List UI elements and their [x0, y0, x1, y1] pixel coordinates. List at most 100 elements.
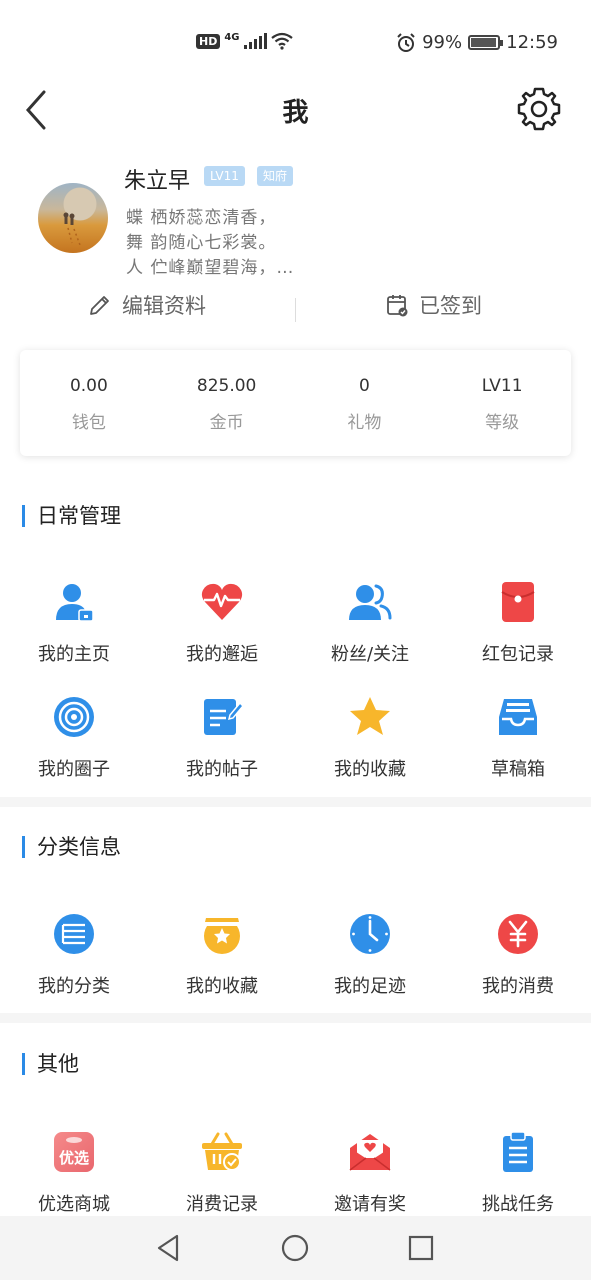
grid-item-label: 邀请有奖	[334, 1194, 406, 1215]
heartbeat-icon	[201, 583, 243, 620]
battery-icon	[468, 35, 504, 50]
invite-mail-icon	[349, 1134, 391, 1171]
user-name: 朱立早	[124, 169, 191, 194]
bio-line-1: 蝶 栖娇蕊恋清香，	[126, 208, 277, 228]
clipboard-icon	[503, 1131, 533, 1172]
bio-line-2: 舞 韵随心七彩裳。	[126, 233, 277, 253]
bio-line-3: 人 伫峰巅望碧海，…	[126, 258, 295, 278]
pencil-icon	[90, 296, 109, 315]
stat-value: 0.00	[69, 376, 108, 396]
star-icon	[350, 697, 390, 735]
section-title-daily: 日常管理	[22, 505, 121, 527]
grid-item-challenges[interactable]: 挑战任务	[444, 1130, 591, 1216]
section-divider	[0, 797, 591, 807]
stats-card: 0.00 钱包 825.00 金币 0 礼物 LV11 等级	[20, 350, 571, 456]
section-title-other: 其他	[22, 1053, 79, 1075]
stat-wallet[interactable]: 0.00 钱包	[20, 350, 158, 456]
grid-item-label: 挑战任务	[482, 1194, 554, 1215]
status-right: 99% 12:59	[396, 32, 558, 53]
calendar-check-icon	[387, 295, 408, 317]
stat-label: 等级	[485, 413, 520, 433]
edit-profile-button[interactable]: 编辑资料	[88, 290, 206, 320]
avatar[interactable]	[38, 183, 108, 253]
edit-profile-label: 编辑资料	[122, 294, 206, 318]
red-envelope-icon	[501, 582, 535, 622]
grid-item-my-collection[interactable]: 我的收藏	[148, 912, 296, 998]
user-home-icon	[56, 584, 94, 622]
grid-item-my-posts[interactable]: 我的帖子	[148, 695, 296, 781]
gear-icon[interactable]	[515, 85, 563, 133]
grid-item-label: 我的主页	[38, 644, 110, 665]
grid-item-label: 我的消费	[482, 976, 554, 997]
grid-item-label: 我的收藏	[186, 976, 258, 997]
stat-value: LV11	[481, 376, 523, 396]
wifi-icon	[270, 32, 293, 50]
network-type: 4G	[224, 31, 240, 43]
grid-item-label: 红包记录	[482, 644, 554, 665]
clock-icon	[350, 914, 390, 954]
stat-level[interactable]: LV11 等级	[433, 350, 571, 456]
hd-icon: HD	[196, 33, 221, 49]
alarm-icon	[397, 32, 415, 52]
grid-item-invite-rewards[interactable]: 邀请有奖	[296, 1130, 444, 1216]
title-badge: 知府	[257, 166, 294, 186]
status-left: HD 4G	[196, 32, 293, 50]
grid-item-red-envelopes[interactable]: 红包记录	[444, 580, 591, 666]
mall-icon-text: 优选	[59, 1149, 89, 1167]
stat-label: 钱包	[71, 413, 106, 433]
mall-icon: 优选	[54, 1132, 94, 1172]
grid-item-followers[interactable]: 粉丝/关注	[296, 580, 444, 666]
nav-recents-icon[interactable]	[405, 1232, 437, 1264]
grid-item-label: 我的收藏	[334, 759, 406, 780]
grid-item-my-encounters[interactable]: 我的邂逅	[148, 580, 296, 666]
grid-item-label: 我的邂逅	[186, 644, 258, 665]
grid-item-my-circles[interactable]: 我的圈子	[0, 695, 148, 781]
clock-time: 12:59	[506, 32, 558, 53]
battery-percent: 99%	[422, 32, 463, 53]
stat-label: 金币	[209, 413, 244, 433]
grid-item-my-favorites[interactable]: 我的收藏	[296, 695, 444, 781]
grid-item-my-categories[interactable]: 我的分类	[0, 912, 148, 998]
checkin-button[interactable]: 已签到	[385, 290, 482, 320]
list-icon	[54, 914, 94, 954]
grid-item-label: 我的帖子	[186, 759, 258, 780]
followers-icon	[349, 584, 392, 620]
section-title-classified: 分类信息	[22, 836, 121, 858]
drafts-icon	[499, 699, 537, 735]
grid-item-my-footprints[interactable]: 我的足迹	[296, 912, 444, 998]
stat-label: 礼物	[347, 413, 382, 433]
top-bar: 我	[0, 80, 591, 140]
status-bar: HD 4G 99% 12:59	[0, 0, 591, 88]
grid-item-label: 我的分类	[38, 976, 110, 997]
checkin-label: 已签到	[419, 294, 482, 318]
grid-item-label: 消费记录	[186, 1194, 258, 1215]
stat-coins[interactable]: 825.00 金币	[158, 350, 296, 456]
yuan-icon	[498, 914, 538, 954]
favorite-box-icon	[204, 918, 240, 954]
nav-home-icon[interactable]	[279, 1232, 311, 1264]
grid-item-my-homepage[interactable]: 我的主页	[0, 580, 148, 666]
stat-gifts[interactable]: 0 礼物	[296, 350, 434, 456]
circle-icon	[54, 697, 94, 737]
grid-item-mall[interactable]: 优选 优选商城	[0, 1130, 148, 1216]
page-title: 我	[282, 98, 309, 128]
grid-item-label: 我的圈子	[38, 759, 110, 780]
grid-item-label: 优选商城	[38, 1194, 110, 1215]
grid-item-spending-records[interactable]: 消费记录	[148, 1130, 296, 1216]
post-icon	[204, 699, 245, 735]
stat-value: 825.00	[196, 376, 257, 396]
grid-item-label: 草稿箱	[491, 759, 545, 780]
actions-divider	[295, 298, 296, 322]
grid-item-label: 我的足迹	[334, 976, 406, 997]
grid-item-drafts[interactable]: 草稿箱	[444, 695, 591, 781]
level-badge: LV11	[204, 166, 245, 186]
section-divider	[0, 1013, 591, 1023]
profile-actions: 编辑资料 已签到	[0, 290, 591, 330]
stat-value: 0	[358, 376, 370, 396]
system-nav-bar	[0, 1216, 591, 1280]
grid-item-my-spending[interactable]: 我的消费	[444, 912, 591, 998]
signal-icon	[243, 33, 267, 49]
nav-back-icon[interactable]	[153, 1232, 185, 1264]
basket-icon	[202, 1132, 242, 1171]
grid-item-label: 粉丝/关注	[330, 644, 410, 665]
